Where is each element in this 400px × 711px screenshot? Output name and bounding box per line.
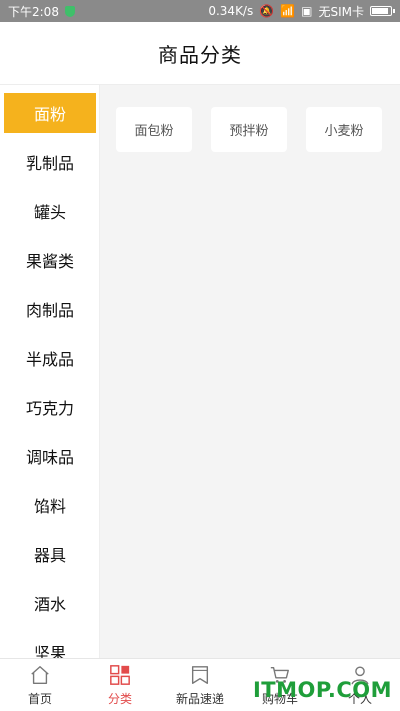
network-speed: 0.34K/s (208, 4, 254, 18)
sidebar-item-meat[interactable]: 肉制品 (4, 289, 96, 329)
sidebar-item-flour[interactable]: 面粉 (4, 93, 96, 133)
wifi-icon: 📶 (280, 4, 296, 18)
tab-category[interactable]: 分类 (80, 659, 160, 711)
sidebar-item-nuts[interactable]: 坚果 (4, 632, 96, 659)
status-time: 下午2:08 (8, 4, 59, 19)
shield-icon (64, 5, 75, 17)
subcategory-list: 面包粉 预拌粉 小麦粉 (116, 107, 382, 152)
subcategory-bread-flour[interactable]: 面包粉 (116, 107, 192, 152)
subcategory-premix-flour[interactable]: 预拌粉 (211, 107, 287, 152)
sim-icon: ▣ (301, 4, 313, 18)
sidebar-item-dairy[interactable]: 乳制品 (4, 142, 96, 182)
sidebar-item-seasoning[interactable]: 调味品 (4, 436, 96, 476)
tab-label: 分类 (107, 691, 132, 706)
page-title: 商品分类 (158, 42, 242, 67)
tab-label: 首页 (27, 691, 52, 706)
mute-icon: 🔕 (259, 4, 275, 18)
sidebar-item-canned[interactable]: 罐头 (4, 191, 96, 231)
tab-new-arrivals[interactable]: 新品速递 (160, 659, 240, 711)
sidebar-item-chocolate[interactable]: 巧克力 (4, 387, 96, 427)
tab-home[interactable]: 首页 (0, 659, 80, 711)
sim-status: 无SIM卡 (318, 4, 364, 19)
subcategory-panel: 面包粉 预拌粉 小麦粉 (100, 85, 400, 659)
watermark-text: ITMOP.COM (252, 678, 392, 702)
status-bar: 下午2:08 0.34K/s 🔕 📶 ▣ 无SIM卡 (0, 0, 400, 22)
sidebar-item-filling[interactable]: 馅料 (4, 485, 96, 525)
bookmark-icon (191, 665, 209, 684)
tab-label: 新品速递 (175, 691, 224, 706)
sidebar-item-semi-finished[interactable]: 半成品 (4, 338, 96, 378)
home-icon (31, 665, 49, 684)
header: 商品分类 (0, 22, 400, 85)
subcategory-wheat-flour[interactable]: 小麦粉 (306, 107, 382, 152)
grid-icon (110, 664, 130, 685)
battery-icon (370, 6, 395, 16)
sidebar-item-utensils[interactable]: 器具 (4, 534, 96, 574)
sidebar-item-drinks[interactable]: 酒水 (4, 583, 96, 623)
category-sidebar[interactable]: 面粉 乳制品 罐头 果酱类 肉制品 半成品 巧克力 调味品 馅料 器具 酒水 坚… (0, 85, 100, 659)
sidebar-item-jam[interactable]: 果酱类 (4, 240, 96, 280)
